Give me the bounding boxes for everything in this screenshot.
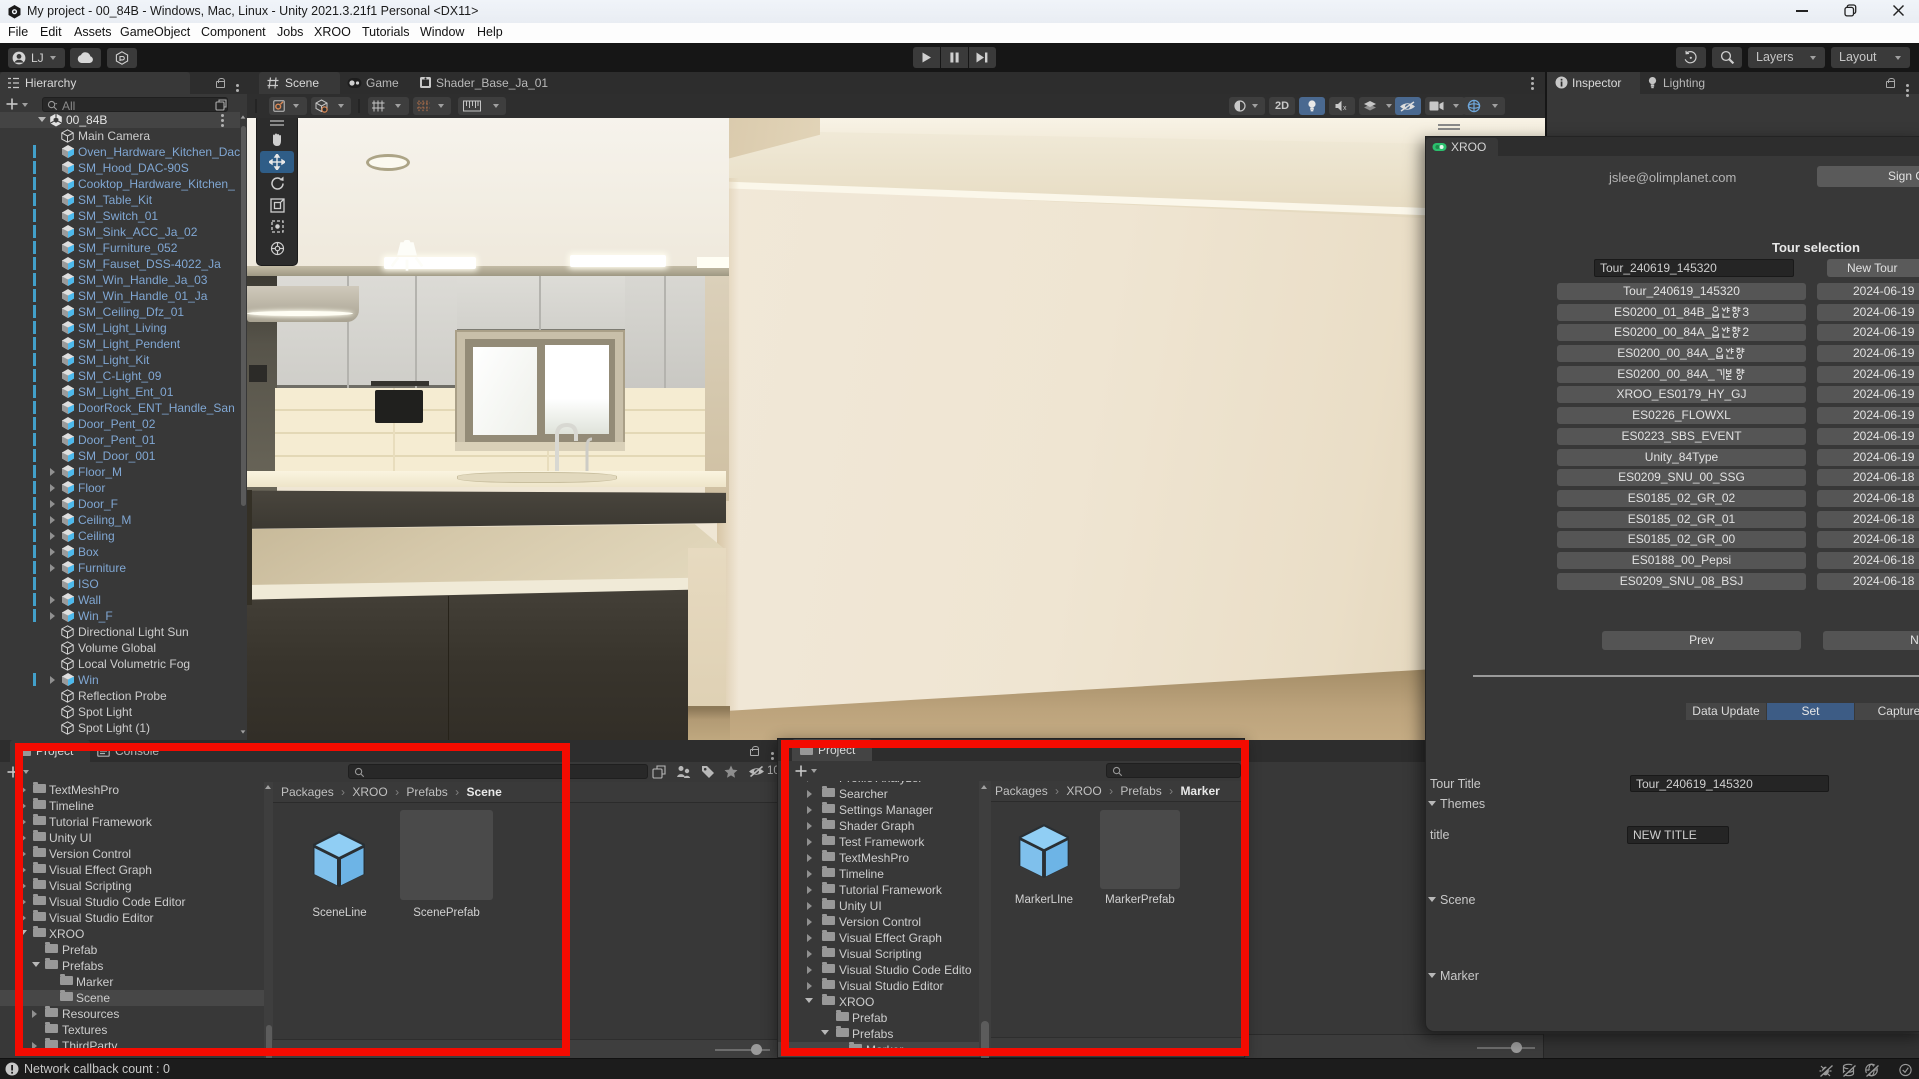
svg-text:x: x [1343,105,1347,112]
